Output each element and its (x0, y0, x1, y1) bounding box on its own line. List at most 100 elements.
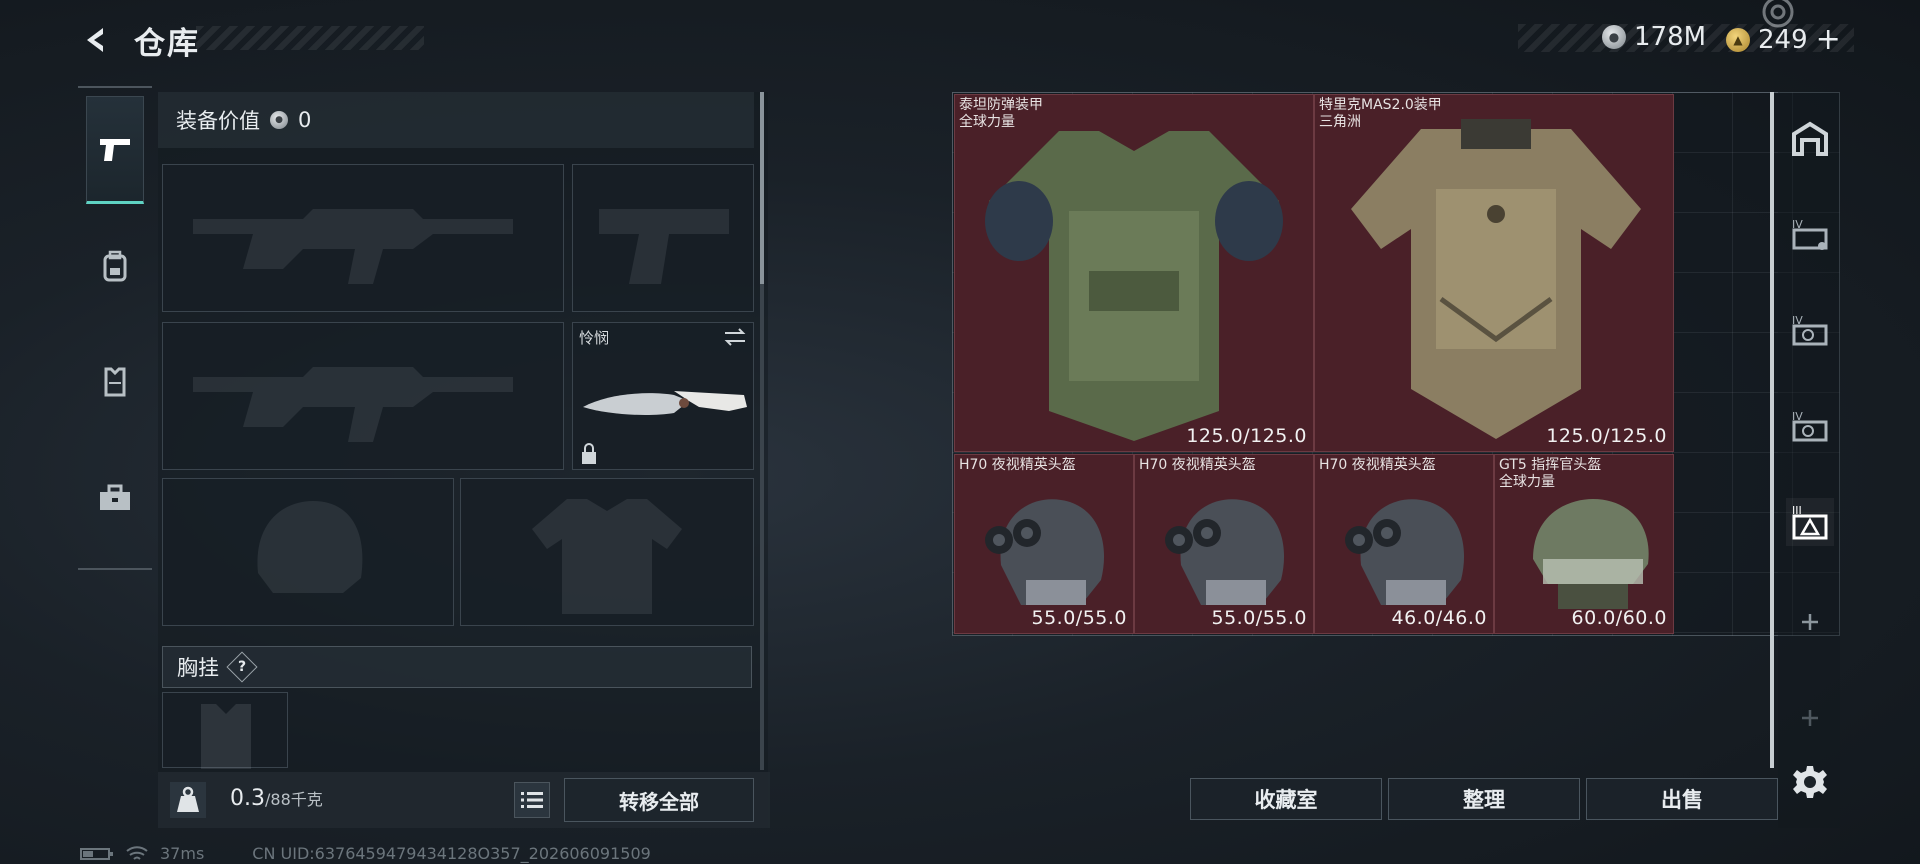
add-storage-button[interactable] (1786, 598, 1834, 646)
item-faction: 全球力量 (1499, 474, 1555, 490)
nav-storage-main[interactable] (1786, 114, 1834, 162)
back-button[interactable] (78, 22, 114, 58)
storage-item-armor-titan[interactable]: 泰坦防弹装甲 全球力量 125.0/125.0 (954, 94, 1314, 452)
weight-icon (170, 782, 206, 818)
chest-rig-slot[interactable] (162, 692, 288, 769)
item-name: H70 夜视精英头盔 (1319, 457, 1436, 473)
gold-coin-icon: ▲ (1726, 27, 1750, 52)
helmet-icon (1165, 499, 1285, 605)
pistol-silhouette-icon (599, 209, 729, 284)
left-category-nav (78, 86, 152, 570)
case-iii-icon: III (1792, 504, 1828, 540)
plus-icon (1802, 614, 1818, 630)
rifle-silhouette-icon (193, 209, 513, 284)
backpack-icon (103, 250, 127, 282)
help-icon[interactable]: ? (226, 651, 258, 683)
lock-icon (582, 443, 596, 464)
rifle-silhouette-icon (193, 367, 513, 442)
chest-rig-header: 胸挂 ? (162, 646, 752, 688)
equipment-value-bar: 装备价值 ● 0 (158, 92, 754, 148)
helmet-icon (985, 499, 1105, 605)
melee-slot[interactable]: 怜悯 (572, 322, 754, 470)
weight-readout: 0.3/88千克 (230, 786, 323, 811)
nav-backpack[interactable] (86, 212, 144, 320)
sell-button[interactable]: 出售 (1586, 778, 1778, 820)
settings-button[interactable] (1786, 758, 1834, 806)
battery-icon (80, 847, 113, 860)
body-armor-icon (1351, 119, 1641, 439)
item-durability: 125.0/125.0 (1546, 425, 1667, 447)
page-title: 仓库 (134, 26, 200, 62)
vest-icon (104, 367, 126, 397)
list-icon (521, 792, 543, 808)
wifi-icon (126, 845, 148, 860)
pistol-icon (100, 139, 130, 161)
silver-coin-icon: ● (270, 111, 288, 129)
plus-icon (1802, 710, 1818, 726)
storage-scrollbar[interactable] (1770, 92, 1774, 768)
primary-weapon-slot-1[interactable] (162, 164, 564, 312)
chest-rig-silhouette-icon (201, 704, 251, 769)
silver-currency: ● 178M (1602, 22, 1706, 52)
helmet-icon (1345, 499, 1465, 605)
chevron-left-icon (87, 28, 103, 52)
item-durability: 60.0/60.0 (1571, 607, 1667, 629)
nav-storage-case-iii[interactable]: III (1786, 498, 1834, 546)
item-name: H70 夜视精英头盔 (1139, 457, 1256, 473)
item-name: 特里克MAS2.0装甲 (1319, 97, 1442, 113)
warehouse-icon (1792, 121, 1828, 156)
nav-case[interactable] (86, 444, 144, 552)
helmet-slot[interactable] (162, 478, 454, 626)
ping-value: 37ms (160, 844, 205, 863)
nav-storage-case-iv-2[interactable]: IV (1786, 306, 1834, 354)
item-faction: 三角洲 (1319, 114, 1361, 130)
top-bar: 仓库 ● 178M ▲ 249 + (0, 0, 1920, 80)
add-gold-icon[interactable]: + (1816, 22, 1841, 57)
equipment-value-label: 装备价值 (176, 109, 260, 133)
item-durability: 46.0/46.0 (1391, 607, 1487, 629)
silver-coin-icon: ● (1602, 25, 1626, 49)
primary-weapon-slot-2[interactable] (162, 322, 564, 470)
item-durability: 125.0/125.0 (1186, 425, 1307, 447)
knife-icon (583, 391, 747, 415)
briefcase-icon (100, 484, 130, 510)
collection-room-button[interactable]: 收藏室 (1190, 778, 1382, 820)
case-iv-icon: IV (1792, 410, 1828, 442)
storage-item-helmet-gt5[interactable]: GT5 指挥官头盔 全球力量 60.0/60.0 (1494, 454, 1674, 634)
item-name: 泰坦防弹装甲 (959, 97, 1043, 113)
nav-storage-case-iv-3[interactable]: IV (1786, 402, 1834, 450)
storage-item-helmet-h70-3[interactable]: H70 夜视精英头盔 46.0/46.0 (1314, 454, 1494, 634)
right-storage-nav: IV IV IV III (1778, 92, 1840, 828)
helmet-icon (1533, 499, 1649, 609)
item-durability: 55.0/55.0 (1211, 607, 1307, 629)
add-storage-button-2[interactable] (1786, 694, 1834, 742)
item-faction: 全球力量 (959, 114, 1015, 130)
sidearm-slot[interactable] (572, 164, 754, 312)
helmet-silhouette-icon (257, 501, 363, 593)
list-view-button[interactable] (514, 782, 550, 818)
storage-item-armor-mas[interactable]: 特里克MAS2.0装甲 三角洲 125.0/125.0 (1314, 94, 1674, 452)
transfer-all-button[interactable]: 转移全部 (564, 778, 754, 822)
storage-item-helmet-h70-2[interactable]: H70 夜视精英头盔 55.0/55.0 (1134, 454, 1314, 634)
nav-vest[interactable] (86, 328, 144, 436)
nav-storage-case-iv-1[interactable]: IV (1786, 210, 1834, 258)
title-decoration (196, 26, 424, 50)
armor-silhouette-icon (532, 499, 682, 614)
camera-icon[interactable] (1758, 0, 1798, 32)
chest-rig-label: 胸挂 (177, 656, 219, 680)
melee-name: 怜悯 (579, 329, 610, 347)
equipment-value: 0 (298, 108, 312, 132)
organize-button[interactable]: 整理 (1388, 778, 1580, 820)
nav-weapons[interactable] (86, 96, 144, 204)
storage-item-helmet-h70-1[interactable]: H70 夜视精英头盔 55.0/55.0 (954, 454, 1134, 634)
item-durability: 55.0/55.0 (1031, 607, 1127, 629)
weight-current: 0.3 (230, 786, 265, 811)
status-bar: 37ms CN UID:6376459479434128O357_2026060… (80, 844, 651, 863)
loadout-scroll-thumb[interactable] (760, 92, 764, 284)
case-iv-icon: IV (1792, 314, 1828, 346)
weight-max: /88千克 (265, 790, 323, 809)
item-name: H70 夜视精英头盔 (959, 457, 1076, 473)
swap-icon[interactable] (723, 327, 747, 347)
body-armor-icon (985, 131, 1283, 441)
body-armor-slot[interactable] (460, 478, 754, 626)
